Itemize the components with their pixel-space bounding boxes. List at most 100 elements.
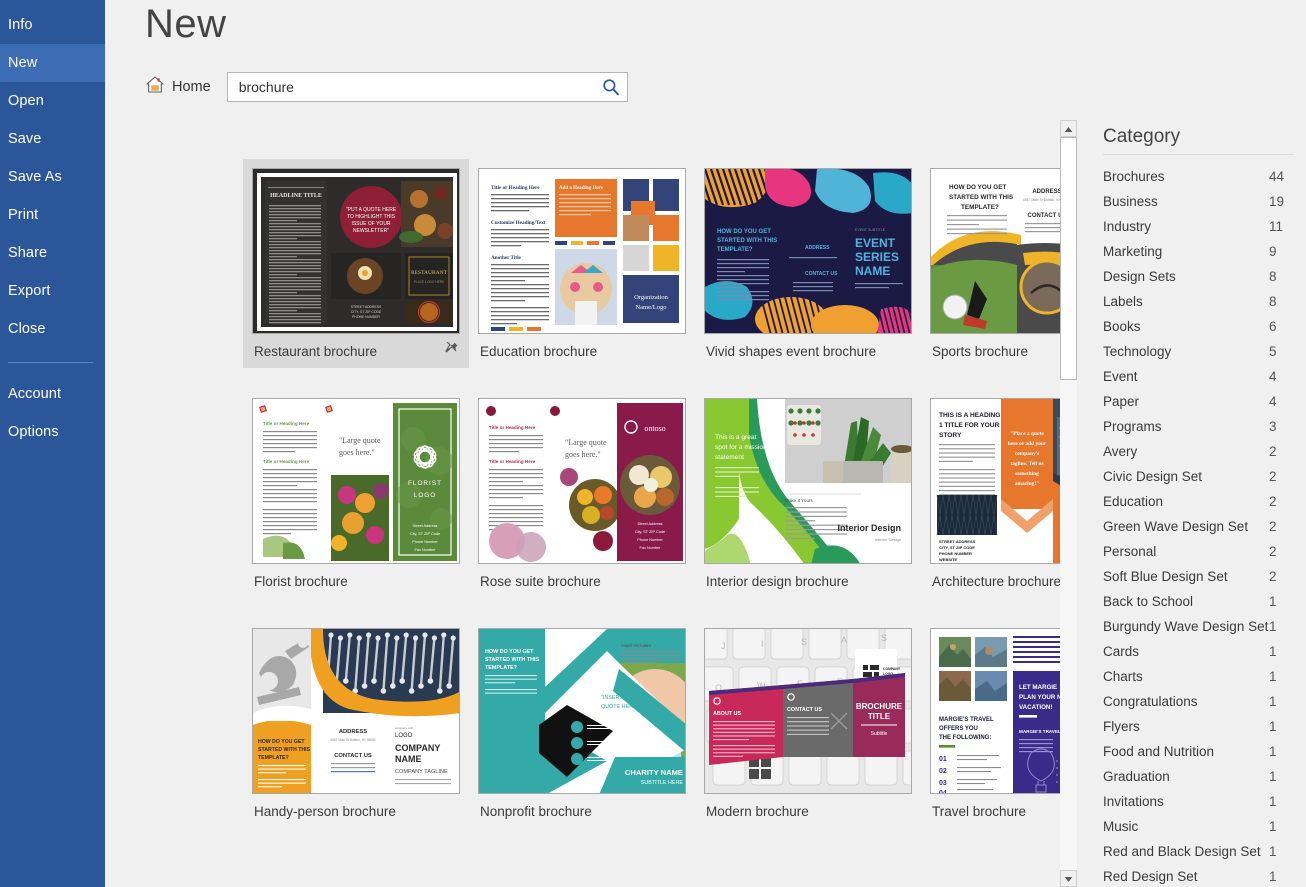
nav-item-open[interactable]: Open xyxy=(0,82,105,120)
svg-text:SERIES: SERIES xyxy=(855,250,899,264)
svg-text:Interior Design: Interior Design xyxy=(837,523,901,533)
template-thumbnail[interactable]: Make It Yours Interior Design Interior D… xyxy=(704,398,912,564)
category-item[interactable]: Back to School 1 xyxy=(1103,589,1295,614)
template-card[interactable]: Title or Heading Here Title or Heading H… xyxy=(243,389,469,598)
category-item-label: Green Wave Design Set xyxy=(1103,519,1249,534)
category-item[interactable]: Burgundy Wave Design Set 1 xyxy=(1103,614,1295,639)
svg-text:"INSERT A: "INSERT A xyxy=(601,695,628,701)
svg-text:EVENT SUBTITLE: EVENT SUBTITLE xyxy=(855,228,886,232)
template-thumbnail[interactable]: HOW DO YOU GET STARTED WITH THIS TEMPLAT… xyxy=(478,628,686,794)
nav-item-close[interactable]: Close xyxy=(0,310,105,348)
search-row: Home xyxy=(145,72,628,102)
svg-text:Fax Number: Fax Number xyxy=(415,548,437,552)
backstage-navigation: Info New Open Save Save As Print Share Export Cl… xyxy=(0,0,105,887)
category-item[interactable]: Civic Design Set 2 xyxy=(1103,464,1295,489)
category-item[interactable]: Cards 1 xyxy=(1103,639,1295,664)
nav-item-account[interactable]: Account xyxy=(0,375,105,413)
category-item[interactable]: Green Wave Design Set 2 xyxy=(1103,514,1295,539)
template-name-row: Vivid shapes event brochure xyxy=(704,334,912,368)
svg-text:ADDRESS: ADDRESS xyxy=(1032,189,1061,195)
category-item[interactable]: Marketing 9 xyxy=(1103,239,1295,264)
svg-text:"Place a quote: "Place a quote xyxy=(1010,431,1044,437)
svg-text:"Large quote: "Large quote xyxy=(565,438,607,447)
template-card[interactable]: HOW DO YOU GET STARTED WITH THIS TEMPLAT… xyxy=(469,619,695,828)
nav-item-new[interactable]: New xyxy=(0,44,105,82)
category-item-label: Programs xyxy=(1103,419,1162,434)
category-item[interactable]: Programs 3 xyxy=(1103,414,1295,439)
template-card[interactable]: HEADLINE TITLE "PUT A QUOTE HERE TO HIGH… xyxy=(243,159,469,368)
template-thumbnail[interactable]: Title or Heading Here Title or Heading H… xyxy=(252,398,460,564)
category-item[interactable]: Industry 11 xyxy=(1103,214,1295,239)
template-card[interactable]: Title or Heading Here Title or Heading H… xyxy=(469,389,695,598)
category-heading: Category xyxy=(1103,126,1181,147)
nav-item-label: Save As xyxy=(8,169,62,185)
category-item[interactable]: Soft Blue Design Set 2 xyxy=(1103,564,1295,589)
svg-text:ADDRESS: ADDRESS xyxy=(805,245,830,251)
category-item[interactable]: Charts 1 xyxy=(1103,664,1295,689)
category-item[interactable]: Event 4 xyxy=(1103,364,1295,389)
search-button[interactable] xyxy=(599,76,623,100)
category-item[interactable]: Red Design Set 1 xyxy=(1103,864,1295,887)
template-thumbnail[interactable]: HOW DO YOU GET STARTED WITH THIS TEMPLAT… xyxy=(704,168,912,334)
nav-item-export[interactable]: Export xyxy=(0,272,105,310)
category-item[interactable]: Avery 2 xyxy=(1103,439,1295,464)
category-item[interactable]: Music 1 xyxy=(1103,814,1295,839)
category-item[interactable]: Books 6 xyxy=(1103,314,1295,339)
template-card[interactable]: HOW DO YOU GET STARTED WITH THIS TEMPLAT… xyxy=(243,619,469,828)
nav-item-options[interactable]: Options xyxy=(0,413,105,451)
template-card[interactable]: Make It Yours Interior Design Interior D… xyxy=(695,389,921,598)
category-item-label: Paper xyxy=(1103,394,1140,409)
scroll-up-button[interactable] xyxy=(1060,120,1077,137)
category-item[interactable]: Invitations 1 xyxy=(1103,789,1295,814)
category-item[interactable]: Business 19 xyxy=(1103,189,1295,214)
nav-item-info[interactable]: Info xyxy=(0,6,105,44)
category-item-label: Books xyxy=(1103,319,1141,334)
svg-text:COMPANY: COMPANY xyxy=(883,667,901,671)
category-item-count: 1 xyxy=(1269,594,1277,609)
category-item-count: 2 xyxy=(1269,569,1277,584)
home-link[interactable]: Home xyxy=(145,75,211,99)
svg-text:CONTACT US: CONTACT US xyxy=(334,753,372,759)
template-thumbnail[interactable]: Title or Heading Here Title or Heading H… xyxy=(478,398,686,564)
category-item[interactable]: Technology 5 xyxy=(1103,339,1295,364)
template-name: Architecture brochure xyxy=(932,573,1062,589)
template-thumbnail[interactable]: HOW DO YOU GET STARTED WITH THIS TEMPLAT… xyxy=(252,628,460,794)
search-input[interactable] xyxy=(236,74,597,100)
search-box[interactable] xyxy=(226,72,628,102)
category-item[interactable]: Labels 8 xyxy=(1103,289,1295,314)
scroll-down-button[interactable] xyxy=(1060,870,1077,887)
svg-text:1 TITLE FOR YOUR: 1 TITLE FOR YOUR xyxy=(939,422,1000,429)
category-item[interactable]: Food and Nutrition 1 xyxy=(1103,739,1295,764)
nav-item-print[interactable]: Print xyxy=(0,196,105,234)
category-item[interactable]: Red and Black Design Set 1 xyxy=(1103,839,1295,864)
category-scrollbar[interactable] xyxy=(1060,120,1077,887)
category-item[interactable]: Flyers 1 xyxy=(1103,714,1295,739)
category-item[interactable]: Brochures 44 xyxy=(1103,164,1295,189)
template-card[interactable]: Title or Heading Here Customize Heading/… xyxy=(469,159,695,368)
pin-icon[interactable] xyxy=(444,341,458,360)
template-card[interactable]: JISAS QWERT ASDFG COMPANY LOGO ABOUT US … xyxy=(695,619,921,828)
category-item[interactable]: Graduation 1 xyxy=(1103,764,1295,789)
template-name-row: Rose suite brochure xyxy=(478,564,686,598)
template-thumbnail[interactable]: Title or Heading Here Customize Heading/… xyxy=(478,168,686,334)
category-item[interactable]: Paper 4 xyxy=(1103,389,1295,414)
nav-item-save-as[interactable]: Save As xyxy=(0,158,105,196)
category-item-label: Marketing xyxy=(1103,244,1163,259)
scrollbar-track[interactable] xyxy=(1060,137,1077,870)
category-item[interactable]: Congratulations 1 xyxy=(1103,689,1295,714)
nav-item-label: New xyxy=(8,55,38,71)
category-item[interactable]: Personal 2 xyxy=(1103,539,1295,564)
template-card[interactable]: HOW DO YOU GET STARTED WITH THIS TEMPLAT… xyxy=(695,159,921,368)
template-thumbnail[interactable]: HEADLINE TITLE "PUT A QUOTE HERE TO HIGH… xyxy=(252,168,460,334)
category-item[interactable]: Education 2 xyxy=(1103,489,1295,514)
template-thumbnail[interactable]: JISAS QWERT ASDFG COMPANY LOGO ABOUT US … xyxy=(704,628,912,794)
category-item-count: 1 xyxy=(1269,869,1277,884)
template-name: Restaurant brochure xyxy=(254,343,378,359)
svg-text:amazing!": amazing!" xyxy=(1015,481,1039,487)
nav-item-share[interactable]: Share xyxy=(0,234,105,272)
category-item[interactable]: Design Sets 8 xyxy=(1103,264,1295,289)
nav-item-save[interactable]: Save xyxy=(0,120,105,158)
svg-text:spot for a mission: spot for a mission xyxy=(715,444,767,451)
svg-text:HOW DO YOU GET: HOW DO YOU GET xyxy=(485,649,534,655)
scrollbar-thumb[interactable] xyxy=(1060,137,1077,380)
